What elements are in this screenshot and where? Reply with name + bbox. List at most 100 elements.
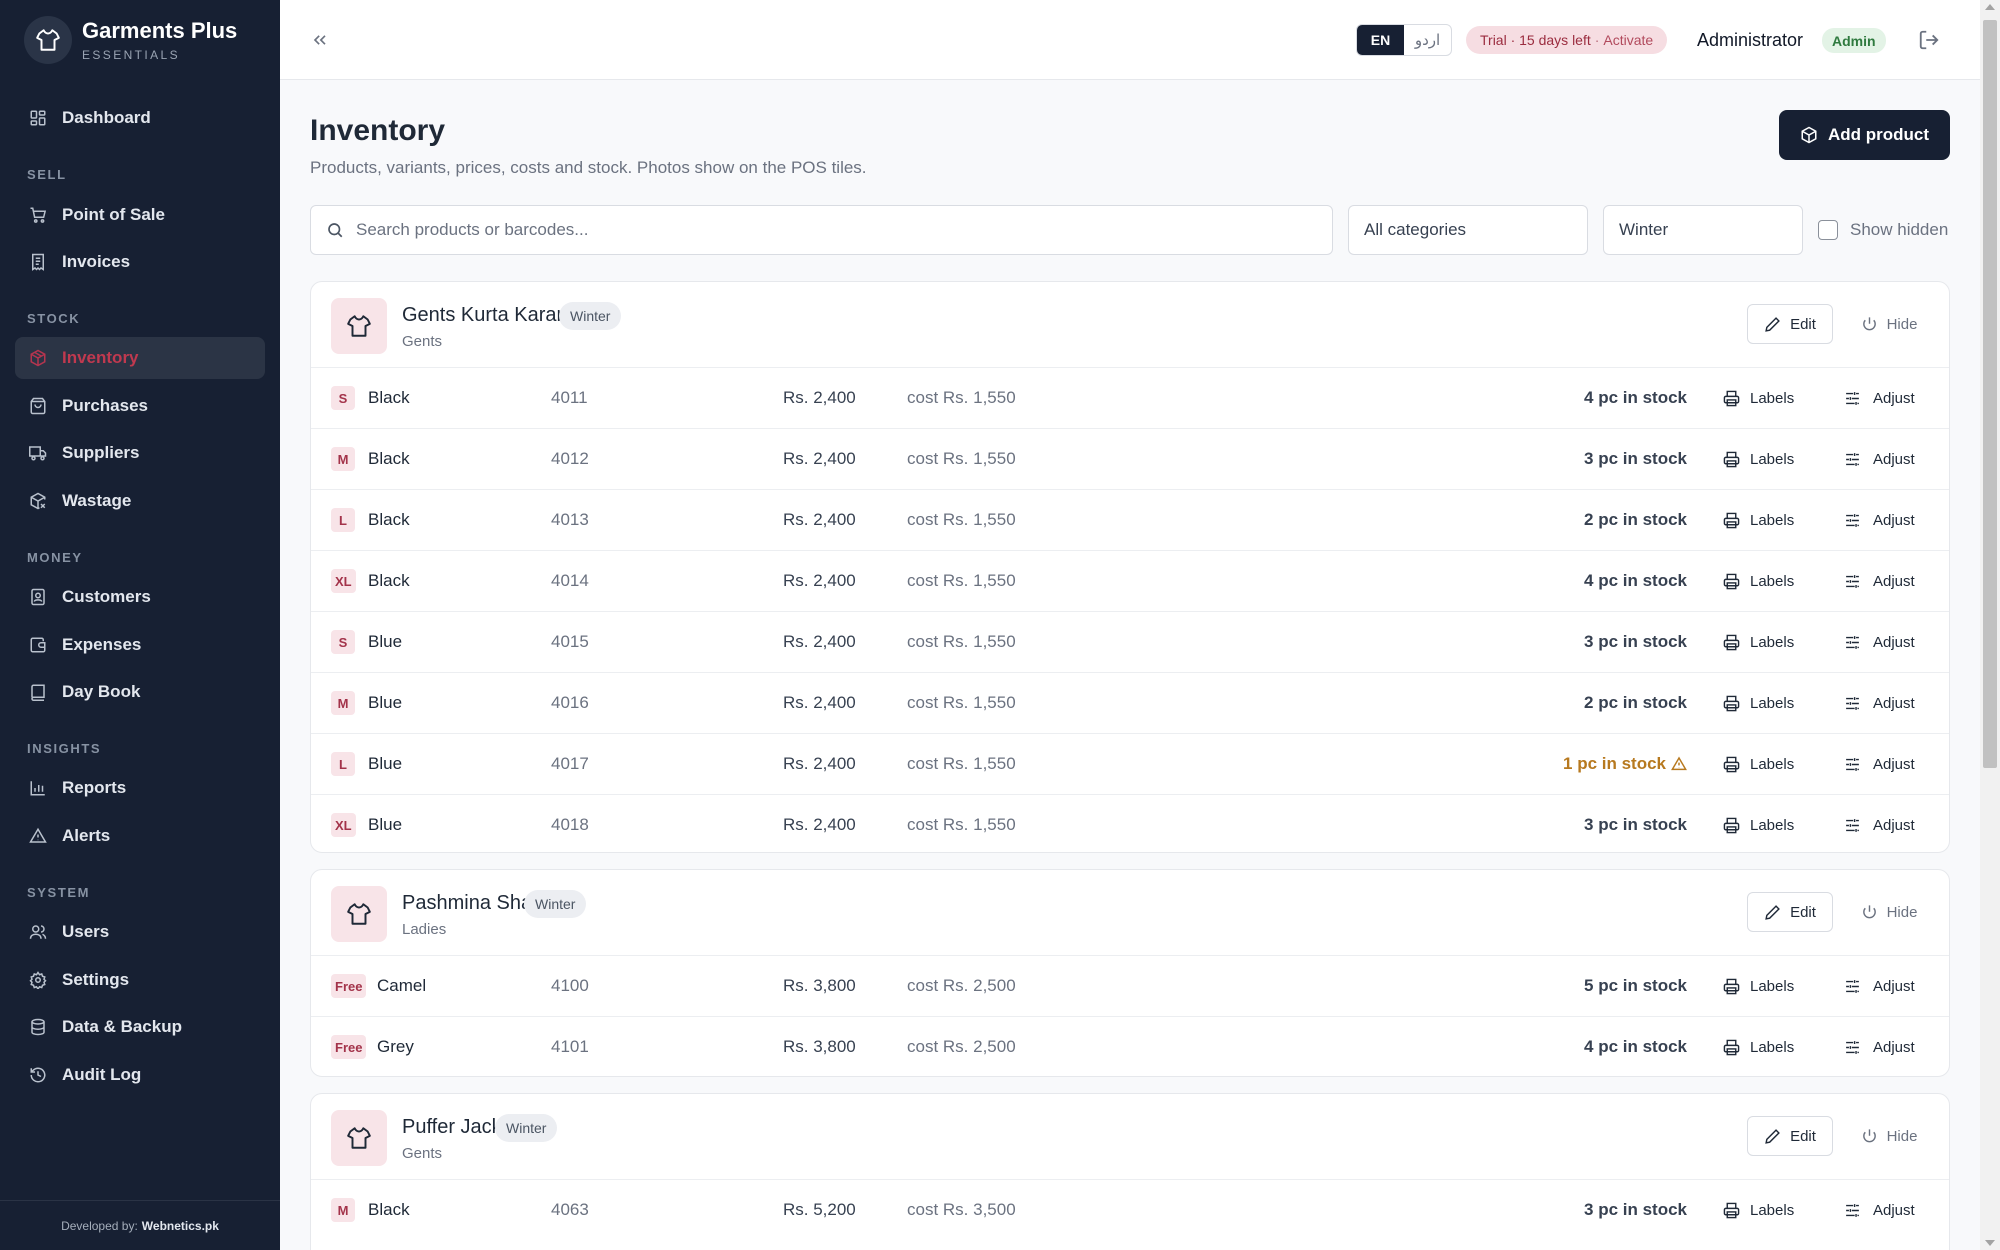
language-toggle: EN اردو <box>1356 24 1452 56</box>
adjust-button[interactable]: Adjust <box>1844 813 1915 837</box>
labels-button[interactable]: Labels <box>1723 447 1794 471</box>
adjust-button[interactable]: Adjust <box>1844 447 1915 471</box>
adjust-button[interactable]: Adjust <box>1844 508 1915 532</box>
sidebar-item-suppliers[interactable]: Suppliers <box>15 432 265 474</box>
lang-en-button[interactable]: EN <box>1357 25 1404 55</box>
sidebar-item-label: Inventory <box>62 348 139 367</box>
sidebar-item-customers[interactable]: Customers <box>15 576 265 618</box>
trial-text: Trial · 15 days left <box>1480 32 1591 48</box>
variant-sku: 4016 <box>551 693 589 712</box>
shirt-icon <box>331 886 387 942</box>
sidebar-item-invoices[interactable]: Invoices <box>15 241 265 283</box>
page-subtitle: Products, variants, prices, costs and st… <box>310 158 867 177</box>
sidebar-item-reports[interactable]: Reports <box>15 767 265 809</box>
variant-price: Rs. 2,400 <box>783 754 856 773</box>
sidebar-item-data-backup[interactable]: Data & Backup <box>15 1006 265 1048</box>
labels-button[interactable]: Labels <box>1723 813 1794 837</box>
adjust-button[interactable]: Adjust <box>1844 386 1915 410</box>
edit-button[interactable]: Edit <box>1747 304 1833 344</box>
hide-button[interactable]: Hide <box>1851 304 1927 344</box>
sidebar-item-users[interactable]: Users <box>15 911 265 953</box>
wallet-icon <box>30 637 46 653</box>
sliders-icon <box>1844 512 1873 529</box>
lang-urdu-button[interactable]: اردو <box>1404 25 1451 55</box>
category-select[interactable]: All categories <box>1348 205 1588 255</box>
adjust-label: Adjust <box>1873 389 1915 407</box>
printer-icon <box>1723 390 1750 407</box>
labels-label: Labels <box>1750 977 1795 995</box>
variant-cost: cost Rs. 2,500 <box>907 1037 1016 1056</box>
sidebar-item-point-of-sale[interactable]: Point of Sale <box>15 194 265 236</box>
sidebar-item-expenses[interactable]: Expenses <box>15 624 265 666</box>
variant-color: Blue <box>368 815 403 834</box>
variant-cost: cost Rs. 1,550 <box>907 571 1016 590</box>
variant-price: Rs. 2,400 <box>783 388 856 407</box>
sidebar-item-inventory[interactable]: Inventory <box>15 337 265 379</box>
edit-button[interactable]: Edit <box>1747 1116 1833 1156</box>
variant-price: Rs. 3,800 <box>783 976 856 995</box>
sidebar-item-audit-log[interactable]: Audit Log <box>15 1054 265 1096</box>
scroll-down-arrow-icon[interactable] <box>1985 1240 1995 1246</box>
labels-button[interactable]: Labels <box>1723 974 1794 998</box>
size-badge: M <box>331 1198 355 1222</box>
edit-button[interactable]: Edit <box>1747 892 1833 932</box>
stock-status: 3 pc in stock <box>1584 1200 1687 1220</box>
variant-color: Blue <box>368 693 403 712</box>
contact-icon <box>31 588 45 606</box>
labels-button[interactable]: Labels <box>1723 1035 1794 1059</box>
show-hidden-toggle[interactable]: Show hidden <box>1818 220 1948 240</box>
activate-link[interactable]: Activate <box>1603 32 1653 48</box>
pencil-icon <box>1764 316 1790 333</box>
scrollbar-thumb[interactable] <box>1983 20 1997 768</box>
sidebar-item-day-book[interactable]: Day Book <box>15 671 265 713</box>
trial-badge[interactable]: Trial · 15 days left · Activate <box>1466 26 1668 54</box>
hide-button[interactable]: Hide <box>1851 1116 1927 1156</box>
adjust-button[interactable]: Adjust <box>1844 1035 1915 1059</box>
variant-row: S Blue 4015 Rs. 2,400 cost Rs. 1,550 3 pc in … <box>311 612 1949 673</box>
sidebar-item-dashboard[interactable]: Dashboard <box>15 97 265 139</box>
sidebar-item-alerts[interactable]: Alerts <box>15 815 265 857</box>
hide-button[interactable]: Hide <box>1851 892 1927 932</box>
labels-button[interactable]: Labels <box>1723 691 1794 715</box>
database-icon <box>31 1018 45 1036</box>
logout-icon[interactable] <box>1918 29 1940 51</box>
labels-button[interactable]: Labels <box>1723 1198 1794 1222</box>
user-name: Administrator <box>1697 30 1804 50</box>
adjust-button[interactable]: Adjust <box>1844 630 1915 654</box>
show-hidden-checkbox[interactable] <box>1818 220 1838 240</box>
season-select[interactable]: Winter <box>1603 205 1803 255</box>
stock-status: 4 pc in stock <box>1584 571 1687 591</box>
scroll-up-arrow-icon[interactable] <box>1985 4 1995 10</box>
labels-button[interactable]: Labels <box>1723 569 1794 593</box>
collapse-sidebar-icon[interactable] <box>310 30 330 50</box>
add-product-button[interactable]: Add product <box>1779 110 1950 160</box>
sidebar-item-purchases[interactable]: Purchases <box>15 385 265 427</box>
adjust-button[interactable]: Adjust <box>1844 569 1915 593</box>
adjust-label: Adjust <box>1873 633 1915 651</box>
pencil-icon <box>1764 1128 1790 1145</box>
labels-button[interactable]: Labels <box>1723 386 1794 410</box>
sidebar-item-settings[interactable]: Settings <box>15 959 265 1001</box>
footer-brand[interactable]: Webnetics.pk <box>142 1219 219 1233</box>
add-product-label: Add product <box>1827 125 1930 144</box>
package-plus-icon <box>1801 126 1817 144</box>
season-tag: Winter <box>559 302 622 330</box>
brand[interactable]: Garments Plus ESSENTIALS <box>24 16 237 64</box>
sliders-icon <box>1844 756 1873 773</box>
adjust-button[interactable]: Adjust <box>1844 691 1915 715</box>
labels-button[interactable]: Labels <box>1723 630 1794 654</box>
adjust-button[interactable]: Adjust <box>1844 1198 1915 1222</box>
sidebar-item-wastage[interactable]: Wastage <box>15 480 265 522</box>
labels-button[interactable]: Labels <box>1723 752 1794 776</box>
adjust-button[interactable]: Adjust <box>1844 974 1915 998</box>
search-input[interactable] <box>356 220 1316 240</box>
product-category: Ladies <box>402 921 447 938</box>
adjust-button[interactable]: Adjust <box>1844 752 1915 776</box>
variant-row: M Blue 4016 Rs. 2,400 cost Rs. 1,550 2 pc in … <box>311 673 1949 734</box>
labels-button[interactable]: Labels <box>1723 508 1794 532</box>
variant-row: XL Blue 4018 Rs. 2,400 cost Rs. 1,550 3 pc in… <box>311 795 1949 852</box>
variant-row: L Blue 4017 Rs. 2,400 cost Rs. 1,550 1 pc in … <box>311 734 1949 795</box>
sidebar-item-label: Day Book <box>62 682 141 701</box>
variant-sku: 4101 <box>551 1037 589 1056</box>
stock-text: 4 pc in stock <box>1584 571 1687 590</box>
